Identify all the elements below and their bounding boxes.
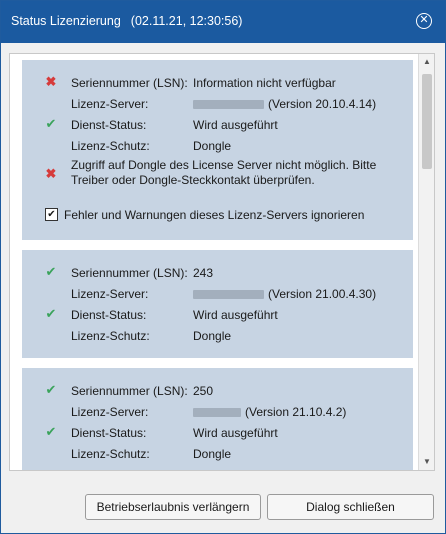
service-row: ✔ Dienst-Status: Wird ausgeführt [22,424,413,442]
server-version: (Version 21.00.4.30) [268,287,377,301]
protection-label: Lizenz-Schutz: [71,329,150,343]
server-value: (Version 21.10.4.2) [193,405,346,419]
server-value: (Version 20.10.4.14) [193,97,376,111]
cross-icon: ✖ [45,74,57,89]
serial-row: ✔ Seriennummer (LSN): 250 [22,382,413,400]
server-row: Lizenz-Server: (Version 20.10.4.14) [22,95,413,113]
service-value: Wird ausgeführt [193,308,278,322]
ignore-row[interactable]: ✔ Fehler und Warnungen dieses Lizenz-Ser… [22,206,413,224]
server-list: ✖ Seriennummer (LSN): Information nicht … [9,53,435,471]
server-row: Lizenz-Server: (Version 21.00.4.30) [22,285,413,303]
license-server-panel: ✔ Seriennummer (LSN): 250 Lizenz-Server:… [22,368,413,470]
error-message: Zugriff auf Dongle des License Server ni… [71,158,377,187]
protection-row: Lizenz-Schutz: Dongle [22,137,413,155]
server-list-scroll-area[interactable]: ✖ Seriennummer (LSN): Information nicht … [10,54,418,470]
redacted-server-name [193,408,241,418]
server-label: Lizenz-Server: [71,97,149,111]
protection-row: Lizenz-Schutz: Dongle [22,327,413,345]
error-row: ✖ Zugriff auf Dongle des License Server … [22,158,413,190]
extend-license-button[interactable]: Betriebserlaubnis verlängern [85,494,261,520]
server-label: Lizenz-Server: [71,287,149,301]
dialog-title: Status Lizenzierung (02.11.21, 12:30:56) [11,14,242,28]
server-value: (Version 21.00.4.30) [193,287,376,301]
license-server-panel: ✖ Seriennummer (LSN): Information nicht … [22,60,413,240]
close-dialog-button[interactable]: Dialog schließen [267,494,434,520]
cross-icon: ✖ [45,166,57,181]
serial-value: 243 [193,266,214,280]
protection-label: Lizenz-Schutz: [71,139,150,153]
server-row: Lizenz-Server: (Version 21.10.4.2) [22,403,413,421]
protection-value: Dongle [193,329,232,343]
service-label: Dienst-Status: [71,426,147,440]
redacted-server-name [193,100,264,110]
redacted-server-name [193,290,264,300]
service-value: Wird ausgeführt [193,426,278,440]
check-icon: ✔ [45,264,57,279]
dialog-timestamp: (02.11.21, 12:30:56) [130,14,243,28]
protection-value: Dongle [193,139,232,153]
vertical-scrollbar[interactable]: ▲ ▼ [418,54,434,470]
scroll-down-arrow-icon[interactable]: ▼ [419,454,434,470]
serial-value: Information nicht verfügbar [193,76,336,90]
protection-value: Dongle [193,447,232,461]
server-version: (Version 21.10.4.2) [245,405,347,419]
service-row: ✔ Dienst-Status: Wird ausgeführt [22,116,413,134]
license-server-panel: ✔ Seriennummer (LSN): 243 Lizenz-Server:… [22,250,413,358]
serial-value: 250 [193,384,214,398]
server-label: Lizenz-Server: [71,405,149,419]
serial-row: ✔ Seriennummer (LSN): 243 [22,264,413,282]
serial-label: Seriennummer (LSN): [71,76,188,90]
license-status-dialog: Status Lizenzierung (02.11.21, 12:30:56) … [0,0,446,534]
check-icon: ✔ [45,116,57,131]
service-row: ✔ Dienst-Status: Wird ausgeführt [22,306,413,324]
serial-label: Seriennummer (LSN): [71,384,188,398]
close-icon[interactable]: ✕ [416,13,432,29]
title-bar: Status Lizenzierung (02.11.21, 12:30:56) … [1,1,445,43]
check-icon: ✔ [45,382,57,397]
ignore-checkbox-label[interactable]: Fehler und Warnungen dieses Lizenz-Serve… [64,208,364,222]
ignore-checkbox[interactable]: ✔ [45,208,58,221]
protection-label: Lizenz-Schutz: [71,447,150,461]
service-label: Dienst-Status: [71,118,147,132]
server-version: (Version 20.10.4.14) [268,97,377,111]
protection-row: Lizenz-Schutz: Dongle [22,445,413,463]
serial-label: Seriennummer (LSN): [71,266,188,280]
service-value: Wird ausgeführt [193,118,278,132]
serial-row: ✖ Seriennummer (LSN): Information nicht … [22,74,413,92]
check-icon: ✔ [45,424,57,439]
scrollbar-thumb[interactable] [422,74,432,169]
service-label: Dienst-Status: [71,308,147,322]
check-icon: ✔ [45,306,57,321]
scroll-up-arrow-icon[interactable]: ▲ [419,54,434,70]
dialog-title-text: Status Lizenzierung [11,14,121,28]
